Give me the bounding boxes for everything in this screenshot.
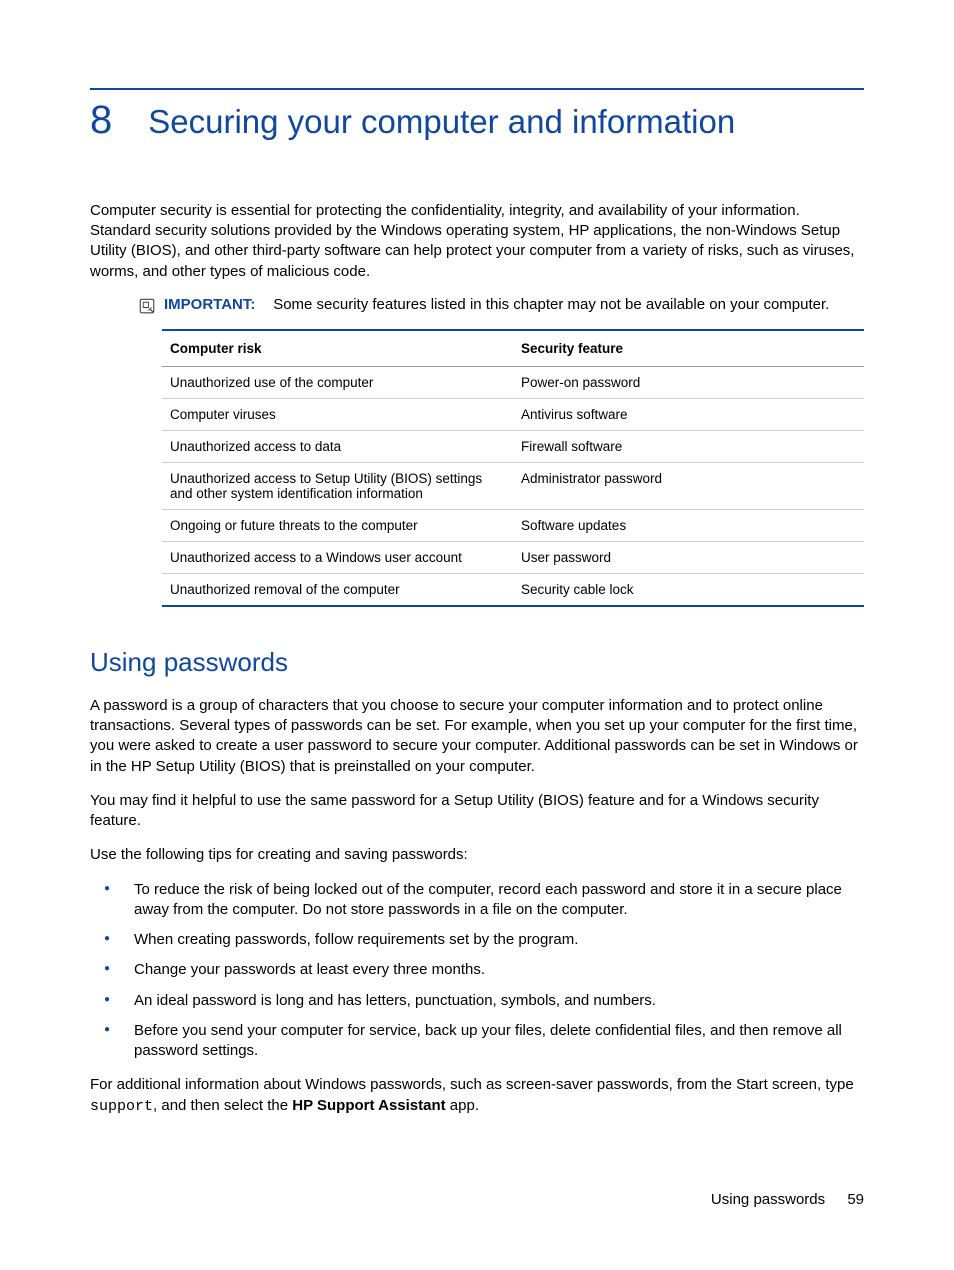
table-cell: Software updates xyxy=(513,509,864,541)
passwords-para-1: A password is a group of characters that… xyxy=(90,696,864,777)
passwords-para-2: You may find it helpful to use the same … xyxy=(90,791,864,832)
table-cell: Unauthorized access to Setup Utility (BI… xyxy=(162,462,513,509)
footer-page-number: 59 xyxy=(847,1191,864,1208)
list-item: Change your passwords at least every thr… xyxy=(90,960,864,980)
table-cell: Antivirus software xyxy=(513,398,864,430)
intro-paragraph: Computer security is essential for prote… xyxy=(90,201,864,282)
chapter-rule xyxy=(90,88,864,90)
important-note: IMPORTANT: Some security features listed… xyxy=(138,296,864,315)
section-title-using-passwords: Using passwords xyxy=(90,647,864,678)
table-cell: Unauthorized removal of the computer xyxy=(162,573,513,605)
table-header-row: Computer risk Security feature xyxy=(162,331,864,367)
table-row: Unauthorized access to Setup Utility (BI… xyxy=(162,462,864,509)
important-gap xyxy=(260,296,269,313)
list-item: To reduce the risk of being locked out o… xyxy=(90,880,864,921)
table-cell: Firewall software xyxy=(513,430,864,462)
closing-pre: For additional information about Windows… xyxy=(90,1076,854,1093)
closing-bold: HP Support Assistant xyxy=(292,1097,445,1114)
table-row: Unauthorized access to data Firewall sof… xyxy=(162,430,864,462)
table-row: Unauthorized access to a Windows user ac… xyxy=(162,541,864,573)
table-cell: Security cable lock xyxy=(513,573,864,605)
note-icon xyxy=(138,297,156,315)
closing-paragraph: For additional information about Windows… xyxy=(90,1075,864,1117)
table-cell: Power-on password xyxy=(513,366,864,398)
closing-code: support xyxy=(90,1098,153,1115)
table-header-feature: Security feature xyxy=(513,331,864,367)
closing-post: app. xyxy=(446,1097,479,1114)
list-item: When creating passwords, follow requirem… xyxy=(90,930,864,950)
important-label: IMPORTANT: xyxy=(164,296,255,313)
footer-label: Using passwords xyxy=(711,1191,825,1208)
table-row: Ongoing or future threats to the compute… xyxy=(162,509,864,541)
table-header-risk: Computer risk xyxy=(162,331,513,367)
password-tips-list: To reduce the risk of being locked out o… xyxy=(90,880,864,1062)
chapter-number: 8 xyxy=(90,100,112,140)
table-cell: Unauthorized access to data xyxy=(162,430,513,462)
chapter-header: 8 Securing your computer and information xyxy=(90,100,864,141)
table-row: Unauthorized removal of the computer Sec… xyxy=(162,573,864,605)
closing-mid: , and then select the xyxy=(153,1097,292,1114)
page-footer: Using passwords 59 xyxy=(711,1191,864,1208)
important-text: Some security features listed in this ch… xyxy=(273,296,829,313)
table-cell: Administrator password xyxy=(513,462,864,509)
list-item: An ideal password is long and has letter… xyxy=(90,991,864,1011)
table-cell: Unauthorized access to a Windows user ac… xyxy=(162,541,513,573)
table-cell: Unauthorized use of the computer xyxy=(162,366,513,398)
security-table: Computer risk Security feature Unauthori… xyxy=(162,329,864,607)
table-cell: User password xyxy=(513,541,864,573)
table-cell: Computer viruses xyxy=(162,398,513,430)
table-cell: Ongoing or future threats to the compute… xyxy=(162,509,513,541)
list-item: Before you send your computer for servic… xyxy=(90,1021,864,1062)
chapter-title: Securing your computer and information xyxy=(148,103,735,141)
table-row: Computer viruses Antivirus software xyxy=(162,398,864,430)
table-row: Unauthorized use of the computer Power-o… xyxy=(162,366,864,398)
passwords-para-3: Use the following tips for creating and … xyxy=(90,845,864,865)
